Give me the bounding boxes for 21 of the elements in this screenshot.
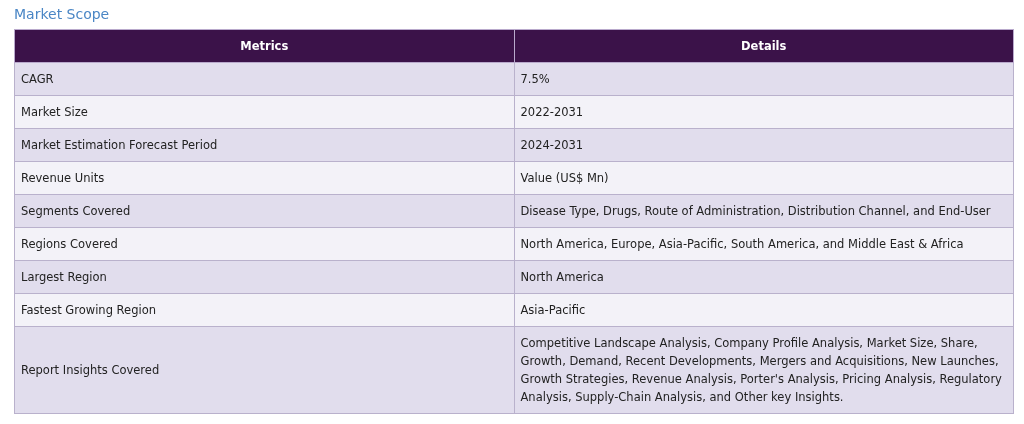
section-title: Market Scope	[14, 5, 110, 24]
table-cell: North America	[514, 260, 1014, 294]
table-cell: 7.5%	[514, 62, 1014, 96]
table-cell: Competitive Landscape Analysis, Company Profile Analysis, Market Size, Share, Growth, Demand, Recent Developments, Mergers and Acquisitions, New Launches, Growth Strategies, Revenue Analysis, Porter's Analysis, Pricing Analysis, Regulatory Analysis, Supply-Chain Analysis, and Other key Insights.	[514, 326, 1014, 414]
table-cell: Segments Covered	[14, 194, 514, 228]
table-cell: North America, Europe, Asia-Pacific, South America, and Middle East & Africa	[514, 227, 1014, 261]
table-cell: Disease Type, Drugs, Route of Administration, Distribution Channel, and End-User	[514, 194, 1014, 228]
table-cell: Report Insights Covered	[14, 326, 514, 414]
table-cell: 2024-2031	[514, 128, 1014, 162]
table-cell: Fastest Growing Region	[14, 293, 514, 327]
table-cell: Value (US$ Mn)	[514, 161, 1014, 195]
table-cell: Asia-Pacific	[514, 293, 1014, 327]
table-cell: Largest Region	[14, 260, 514, 294]
table-cell: 2022-2031	[514, 95, 1014, 129]
column-header: Metrics	[14, 29, 514, 63]
table-cell: CAGR	[14, 62, 514, 96]
table-cell: Market Estimation Forecast Period	[14, 128, 514, 162]
column-header: Details	[514, 29, 1014, 63]
table-cell: Market Size	[14, 95, 514, 129]
table-cell: Revenue Units	[14, 161, 514, 195]
table-cell: Regions Covered	[14, 227, 514, 261]
